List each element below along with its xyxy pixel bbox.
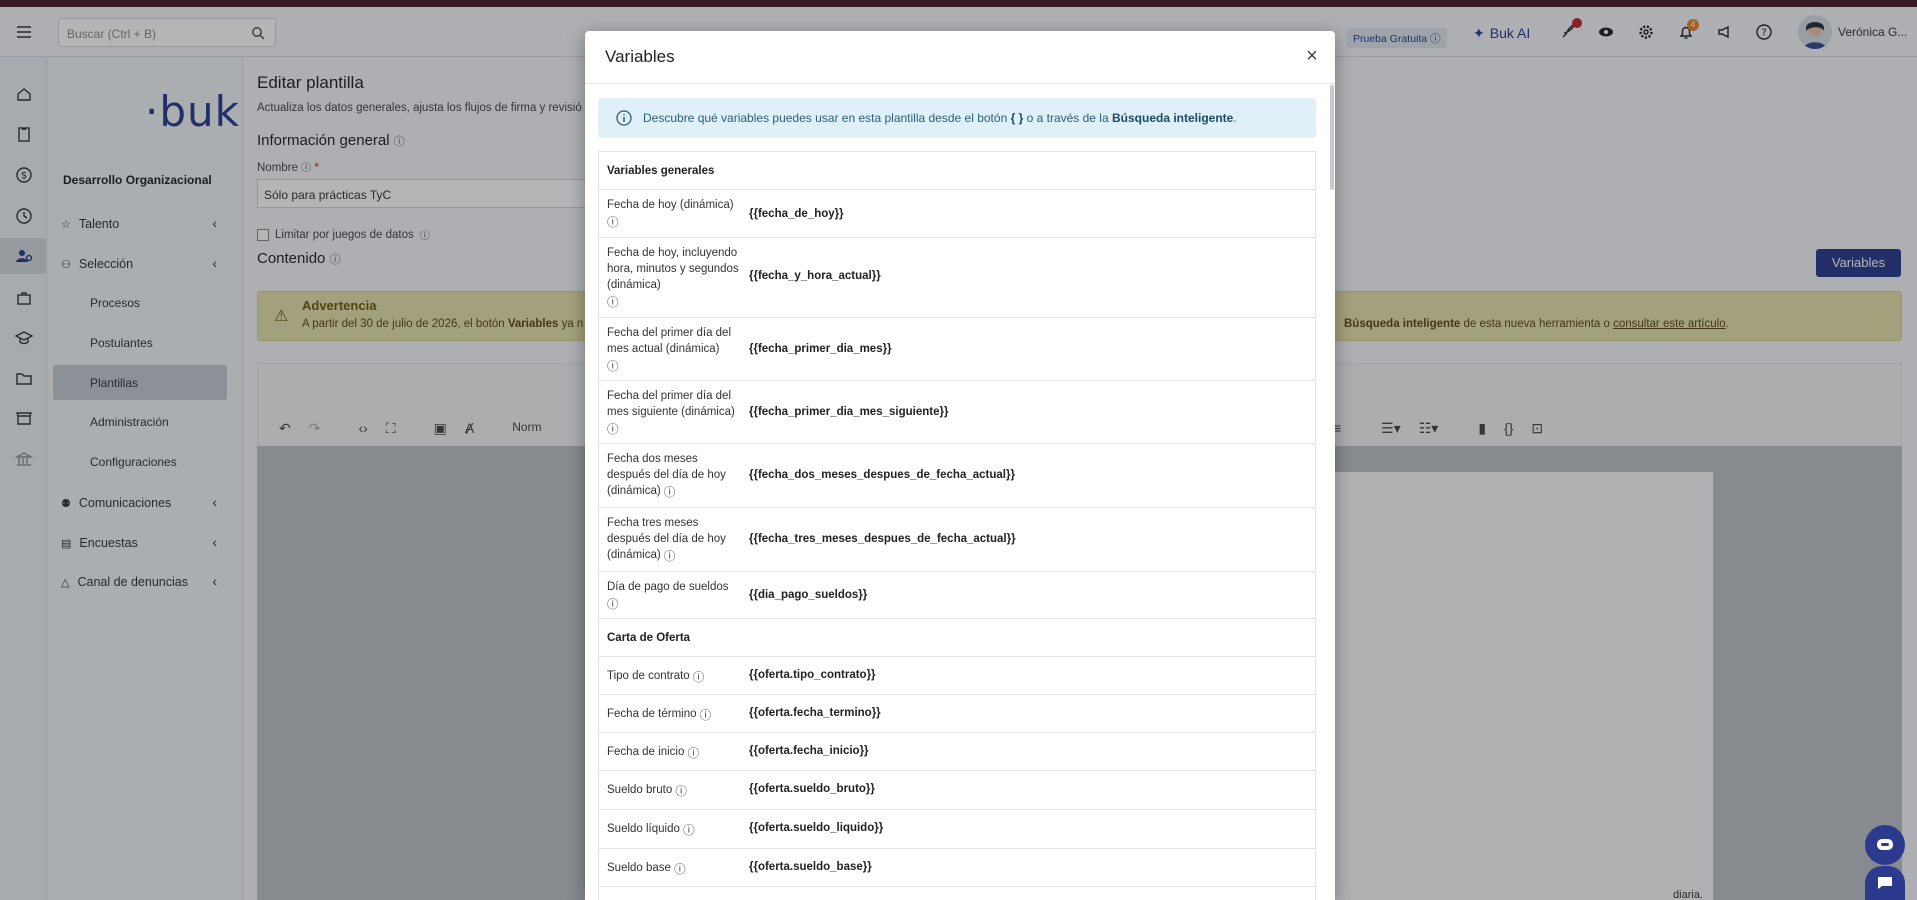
info-banner: Descubre qué variables puedes usar en es…	[598, 98, 1316, 138]
help-icon: ⓘ	[607, 599, 619, 611]
help-icon: ⓘ	[607, 424, 619, 436]
variable-token[interactable]: {{fecha_primer_dia_mes}}	[749, 343, 892, 355]
section-header: Carta de Oferta	[599, 619, 1315, 657]
table-row: Fecha dos meses después del día de hoy (…	[599, 444, 1315, 508]
variable-token[interactable]: {{dia_pago_sueldos}}	[749, 589, 867, 601]
info-icon	[616, 110, 632, 126]
table-row: Fecha tres meses después del día de hoy …	[599, 508, 1315, 572]
variable-token[interactable]: {{fecha_tres_meses_despues_de_fecha_actu…	[749, 533, 1016, 545]
variable-token[interactable]: {{fecha_dos_meses_despues_de_fecha_actua…	[749, 469, 1015, 481]
variable-token[interactable]: {{oferta.fecha_inicio}}	[749, 745, 869, 757]
help-icon: ⓘ	[607, 297, 619, 309]
variable-token[interactable]: {{oferta.sueldo_base}}	[749, 861, 872, 873]
chat-icon[interactable]	[1865, 866, 1905, 900]
table-row: Sueldo líquido ⓘ {{oferta.sueldo_liquido…	[599, 810, 1315, 849]
variable-token[interactable]: {{fecha_primer_dia_mes_siguiente}}	[749, 406, 948, 418]
table-row: Sueldo bruto ⓘ {{oferta.sueldo_bruto}}	[599, 771, 1315, 810]
variable-token[interactable]: {{fecha_de_hoy}}	[749, 208, 844, 220]
variable-token[interactable]: {{oferta.sueldo_liquido}}	[749, 822, 883, 834]
help-icon: ⓘ	[607, 217, 619, 229]
help-icon: ⓘ	[674, 864, 686, 876]
variable-token[interactable]: {{fecha_y_hora_actual}}	[749, 270, 881, 282]
help-icon: ⓘ	[699, 710, 712, 722]
section-header: Variables generales	[599, 152, 1315, 190]
variable-token[interactable]: {{oferta.tipo_contrato}}	[749, 669, 876, 681]
chat-bot-button[interactable]	[1865, 825, 1905, 865]
variable-token[interactable]: {{oferta.fecha_termino}}	[749, 707, 881, 719]
help-icon: ⓘ	[692, 672, 705, 684]
table-row: Sueldo base ⓘ {{oferta.sueldo_base}}	[599, 849, 1315, 887]
help-icon: ⓘ	[663, 551, 676, 563]
table-row: Tipo de contrato ⓘ {{oferta.tipo_contrat…	[599, 657, 1315, 695]
table-row: Fecha de hoy (dinámica) ⓘ {{fecha_de_hoy}…	[599, 190, 1315, 238]
help-icon: ⓘ	[663, 487, 676, 499]
help-icon: ⓘ	[687, 748, 700, 760]
variables-modal: Variables × Descubre qué variables puede…	[585, 31, 1335, 900]
table-row: Fecha de término ⓘ {{oferta.fecha_termin…	[599, 695, 1315, 733]
table-row: Día de pago de sueldos ⓘ {{dia_pago_sueld…	[599, 572, 1315, 619]
modal-scrollbar[interactable]	[1330, 85, 1334, 190]
variables-table: Variables generales Fecha de hoy (dinámi…	[598, 151, 1316, 900]
table-row: Fecha del primer día del mes siguiente (…	[599, 381, 1315, 444]
table-row: Fecha de inicio ⓘ {{oferta.fecha_inicio}…	[599, 733, 1315, 771]
help-icon: ⓘ	[675, 786, 687, 798]
table-row: Fecha de hoy, incluyendo hora, minutos y…	[599, 238, 1315, 318]
info-text: Descubre qué variables puedes usar en es…	[643, 111, 1237, 125]
help-icon: ⓘ	[683, 825, 695, 837]
help-icon: ⓘ	[607, 361, 619, 373]
table-row: Fecha del primer día del mes actual (din…	[599, 318, 1315, 381]
variable-token[interactable]: {{oferta.sueldo_bruto}}	[749, 783, 875, 795]
modal-header: Variables ×	[585, 31, 1335, 84]
modal-title: Variables	[605, 47, 675, 66]
close-icon[interactable]: ×	[1299, 43, 1325, 69]
